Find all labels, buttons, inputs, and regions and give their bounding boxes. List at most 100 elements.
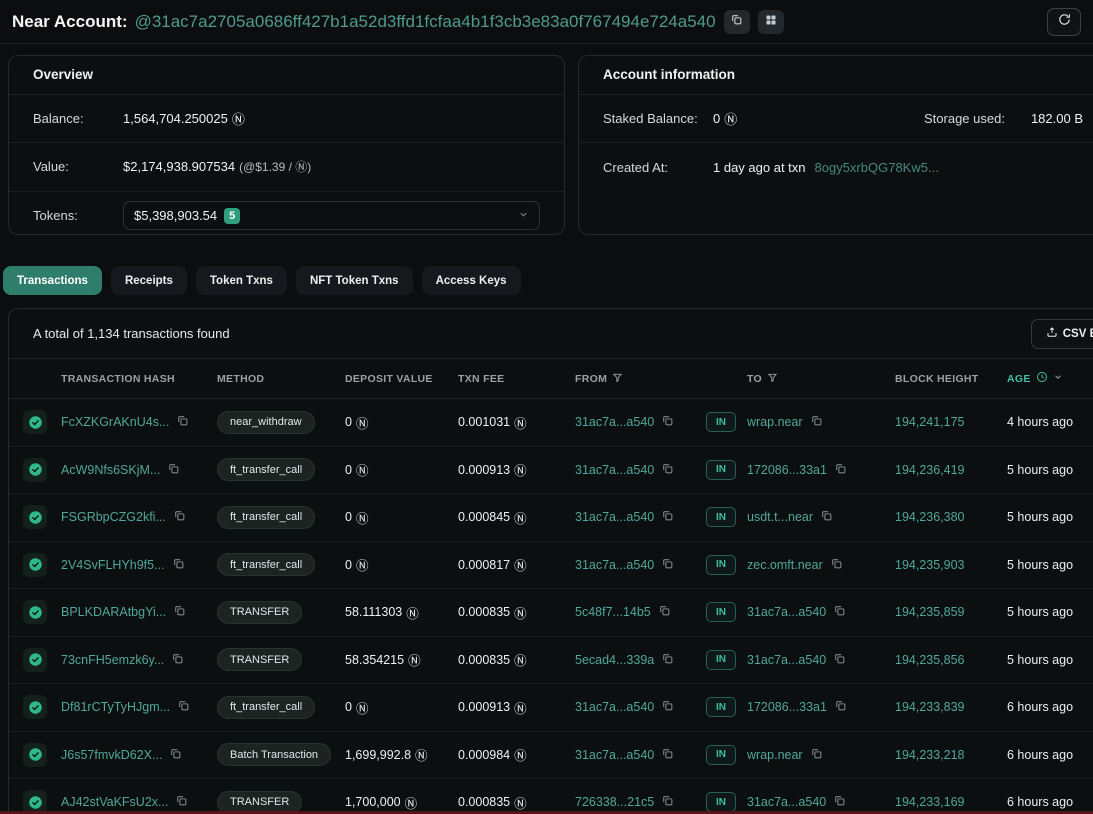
copy-icon[interactable] — [173, 509, 186, 525]
direction-in-badge: IN — [706, 602, 736, 622]
copy-icon[interactable] — [176, 414, 189, 430]
from-address-link[interactable]: 31ac7a...a540 — [575, 748, 654, 762]
copy-icon[interactable] — [833, 604, 846, 620]
to-address-link[interactable]: 31ac7a...a540 — [747, 605, 826, 619]
transaction-hash-link[interactable]: BPLKDARAtbgYi... — [61, 605, 166, 619]
copy-icon[interactable] — [173, 604, 186, 620]
transaction-hash-link[interactable]: 2V4SvFLHYh9f5... — [61, 558, 165, 572]
copy-icon[interactable] — [177, 699, 190, 715]
copy-icon[interactable] — [833, 794, 846, 810]
tab-transactions[interactable]: Transactions — [3, 266, 102, 295]
created-txn-link[interactable]: 8ogy5xrbQG78Kw5... — [815, 160, 939, 175]
transaction-hash-link[interactable]: AJ42stVaKFsU2x... — [61, 795, 168, 809]
tab-token-txns[interactable]: Token Txns — [196, 266, 287, 295]
transaction-hash-link[interactable]: AcW9Nfs6SKjM... — [61, 463, 160, 477]
transaction-hash-link[interactable]: 73cnFH5emzk6y... — [61, 653, 164, 667]
method-badge: Batch Transaction — [217, 743, 331, 766]
block-height-link[interactable]: 194,241,175 — [895, 415, 965, 429]
tab-receipts[interactable]: Receipts — [111, 266, 187, 295]
copy-account-button[interactable] — [724, 10, 750, 34]
copy-icon[interactable] — [172, 557, 185, 573]
from-address-link[interactable]: 31ac7a...a540 — [575, 415, 654, 429]
near-symbol-icon: Ⓝ — [415, 745, 428, 764]
method-cell: ft_transfer_call — [217, 553, 345, 576]
filter-icon[interactable] — [612, 372, 623, 386]
copy-icon[interactable] — [661, 557, 674, 573]
to-address-link[interactable]: wrap.near — [747, 415, 803, 429]
value-amount: $2,174,938.907534 (@$1.39 / Ⓝ) — [123, 158, 311, 175]
copy-icon[interactable] — [661, 509, 674, 525]
copy-icon[interactable] — [820, 509, 833, 525]
value-rate: (@$1.39 / Ⓝ) — [239, 158, 311, 175]
copy-icon[interactable] — [175, 794, 188, 810]
from-address-link[interactable]: 5ecad4...339a — [575, 653, 654, 667]
block-height-link[interactable]: 194,233,169 — [895, 795, 965, 809]
block-height-link[interactable]: 194,236,419 — [895, 463, 965, 477]
method-badge: ft_transfer_call — [217, 696, 315, 719]
copy-icon[interactable] — [658, 604, 671, 620]
from-address-link[interactable]: 726338...21c5 — [575, 795, 654, 809]
copy-icon[interactable] — [167, 462, 180, 478]
copy-icon[interactable] — [661, 747, 674, 763]
near-symbol-icon: Ⓝ — [406, 603, 419, 622]
near-symbol-icon: Ⓝ — [724, 109, 737, 128]
block-height-link[interactable]: 194,233,218 — [895, 748, 965, 762]
balance-value: 1,564,704.250025 Ⓝ — [123, 109, 245, 128]
block-height-link[interactable]: 194,235,903 — [895, 558, 965, 572]
csv-export-button[interactable]: CSV Export — [1031, 319, 1093, 349]
created-at-row: Created At: 1 day ago at txn 8ogy5xrbQG7… — [579, 143, 1093, 191]
copy-icon[interactable] — [661, 699, 674, 715]
copy-icon[interactable] — [810, 747, 823, 763]
tab-access-keys[interactable]: Access Keys — [422, 266, 521, 295]
copy-icon[interactable] — [661, 652, 674, 668]
to-address-link[interactable]: usdt.t...near — [747, 510, 813, 524]
filter-icon[interactable] — [767, 372, 778, 386]
column-age[interactable]: AGE — [1007, 371, 1093, 386]
block-height-cell: 194,235,859 — [895, 605, 1007, 619]
txn-fee-cell: 0.000835 Ⓝ — [458, 650, 575, 669]
to-cell: zec.omft.near — [747, 557, 895, 573]
from-address-link[interactable]: 5c48f7...14b5 — [575, 605, 651, 619]
copy-icon[interactable] — [810, 414, 823, 430]
copy-icon[interactable] — [833, 652, 846, 668]
transaction-hash-link[interactable]: J6s57fmvkD62X... — [61, 748, 162, 762]
copy-icon[interactable] — [661, 462, 674, 478]
block-height-link[interactable]: 194,233,839 — [895, 700, 965, 714]
column-method: METHOD — [217, 373, 345, 385]
to-address-link[interactable]: 31ac7a...a540 — [747, 653, 826, 667]
to-address-link[interactable]: zec.omft.near — [747, 558, 823, 572]
copy-icon[interactable] — [661, 794, 674, 810]
to-address-link[interactable]: wrap.near — [747, 748, 803, 762]
transaction-hash-link[interactable]: Df81rCTyTyHJgm... — [61, 700, 170, 714]
grid-view-button[interactable] — [758, 10, 784, 34]
tab-nft-token-txns[interactable]: NFT Token Txns — [296, 266, 413, 295]
copy-icon[interactable] — [834, 699, 847, 715]
to-address-link[interactable]: 31ac7a...a540 — [747, 795, 826, 809]
hash-cell: J6s57fmvkD62X... — [61, 747, 217, 763]
transaction-hash-link[interactable]: FcXZKGrAKnU4s... — [61, 415, 169, 429]
column-block-height: BLOCK HEIGHT — [895, 373, 1007, 385]
from-address-link[interactable]: 31ac7a...a540 — [575, 700, 654, 714]
storage-used-value: 182.00 B — [1031, 111, 1083, 126]
from-address-link[interactable]: 31ac7a...a540 — [575, 558, 654, 572]
method-badge: TRANSFER — [217, 601, 302, 624]
copy-icon[interactable] — [661, 414, 674, 430]
copy-icon[interactable] — [834, 462, 847, 478]
block-height-link[interactable]: 194,236,380 — [895, 510, 965, 524]
transaction-hash-link[interactable]: FSGRbpCZG2kfi... — [61, 510, 166, 524]
refresh-button[interactable] — [1047, 8, 1081, 36]
from-address-link[interactable]: 31ac7a...a540 — [575, 463, 654, 477]
to-address-link[interactable]: 172086...33a1 — [747, 700, 827, 714]
copy-icon[interactable] — [169, 747, 182, 763]
from-address-link[interactable]: 31ac7a...a540 — [575, 510, 654, 524]
copy-icon[interactable] — [830, 557, 843, 573]
table-row: Df81rCTyTyHJgm...ft_transfer_call0 Ⓝ0.00… — [9, 684, 1093, 732]
to-address-link[interactable]: 172086...33a1 — [747, 463, 827, 477]
table-row: AJ42stVaKFsU2x...TRANSFER1,700,000 Ⓝ0.00… — [9, 779, 1093, 814]
created-at-label: Created At: — [603, 160, 713, 175]
block-height-link[interactable]: 194,235,856 — [895, 653, 965, 667]
tokens-dropdown[interactable]: $5,398,903.54 5 — [123, 201, 540, 230]
block-height-link[interactable]: 194,235,859 — [895, 605, 965, 619]
copy-icon[interactable] — [171, 652, 184, 668]
circular-arrow-icon — [1057, 12, 1072, 32]
